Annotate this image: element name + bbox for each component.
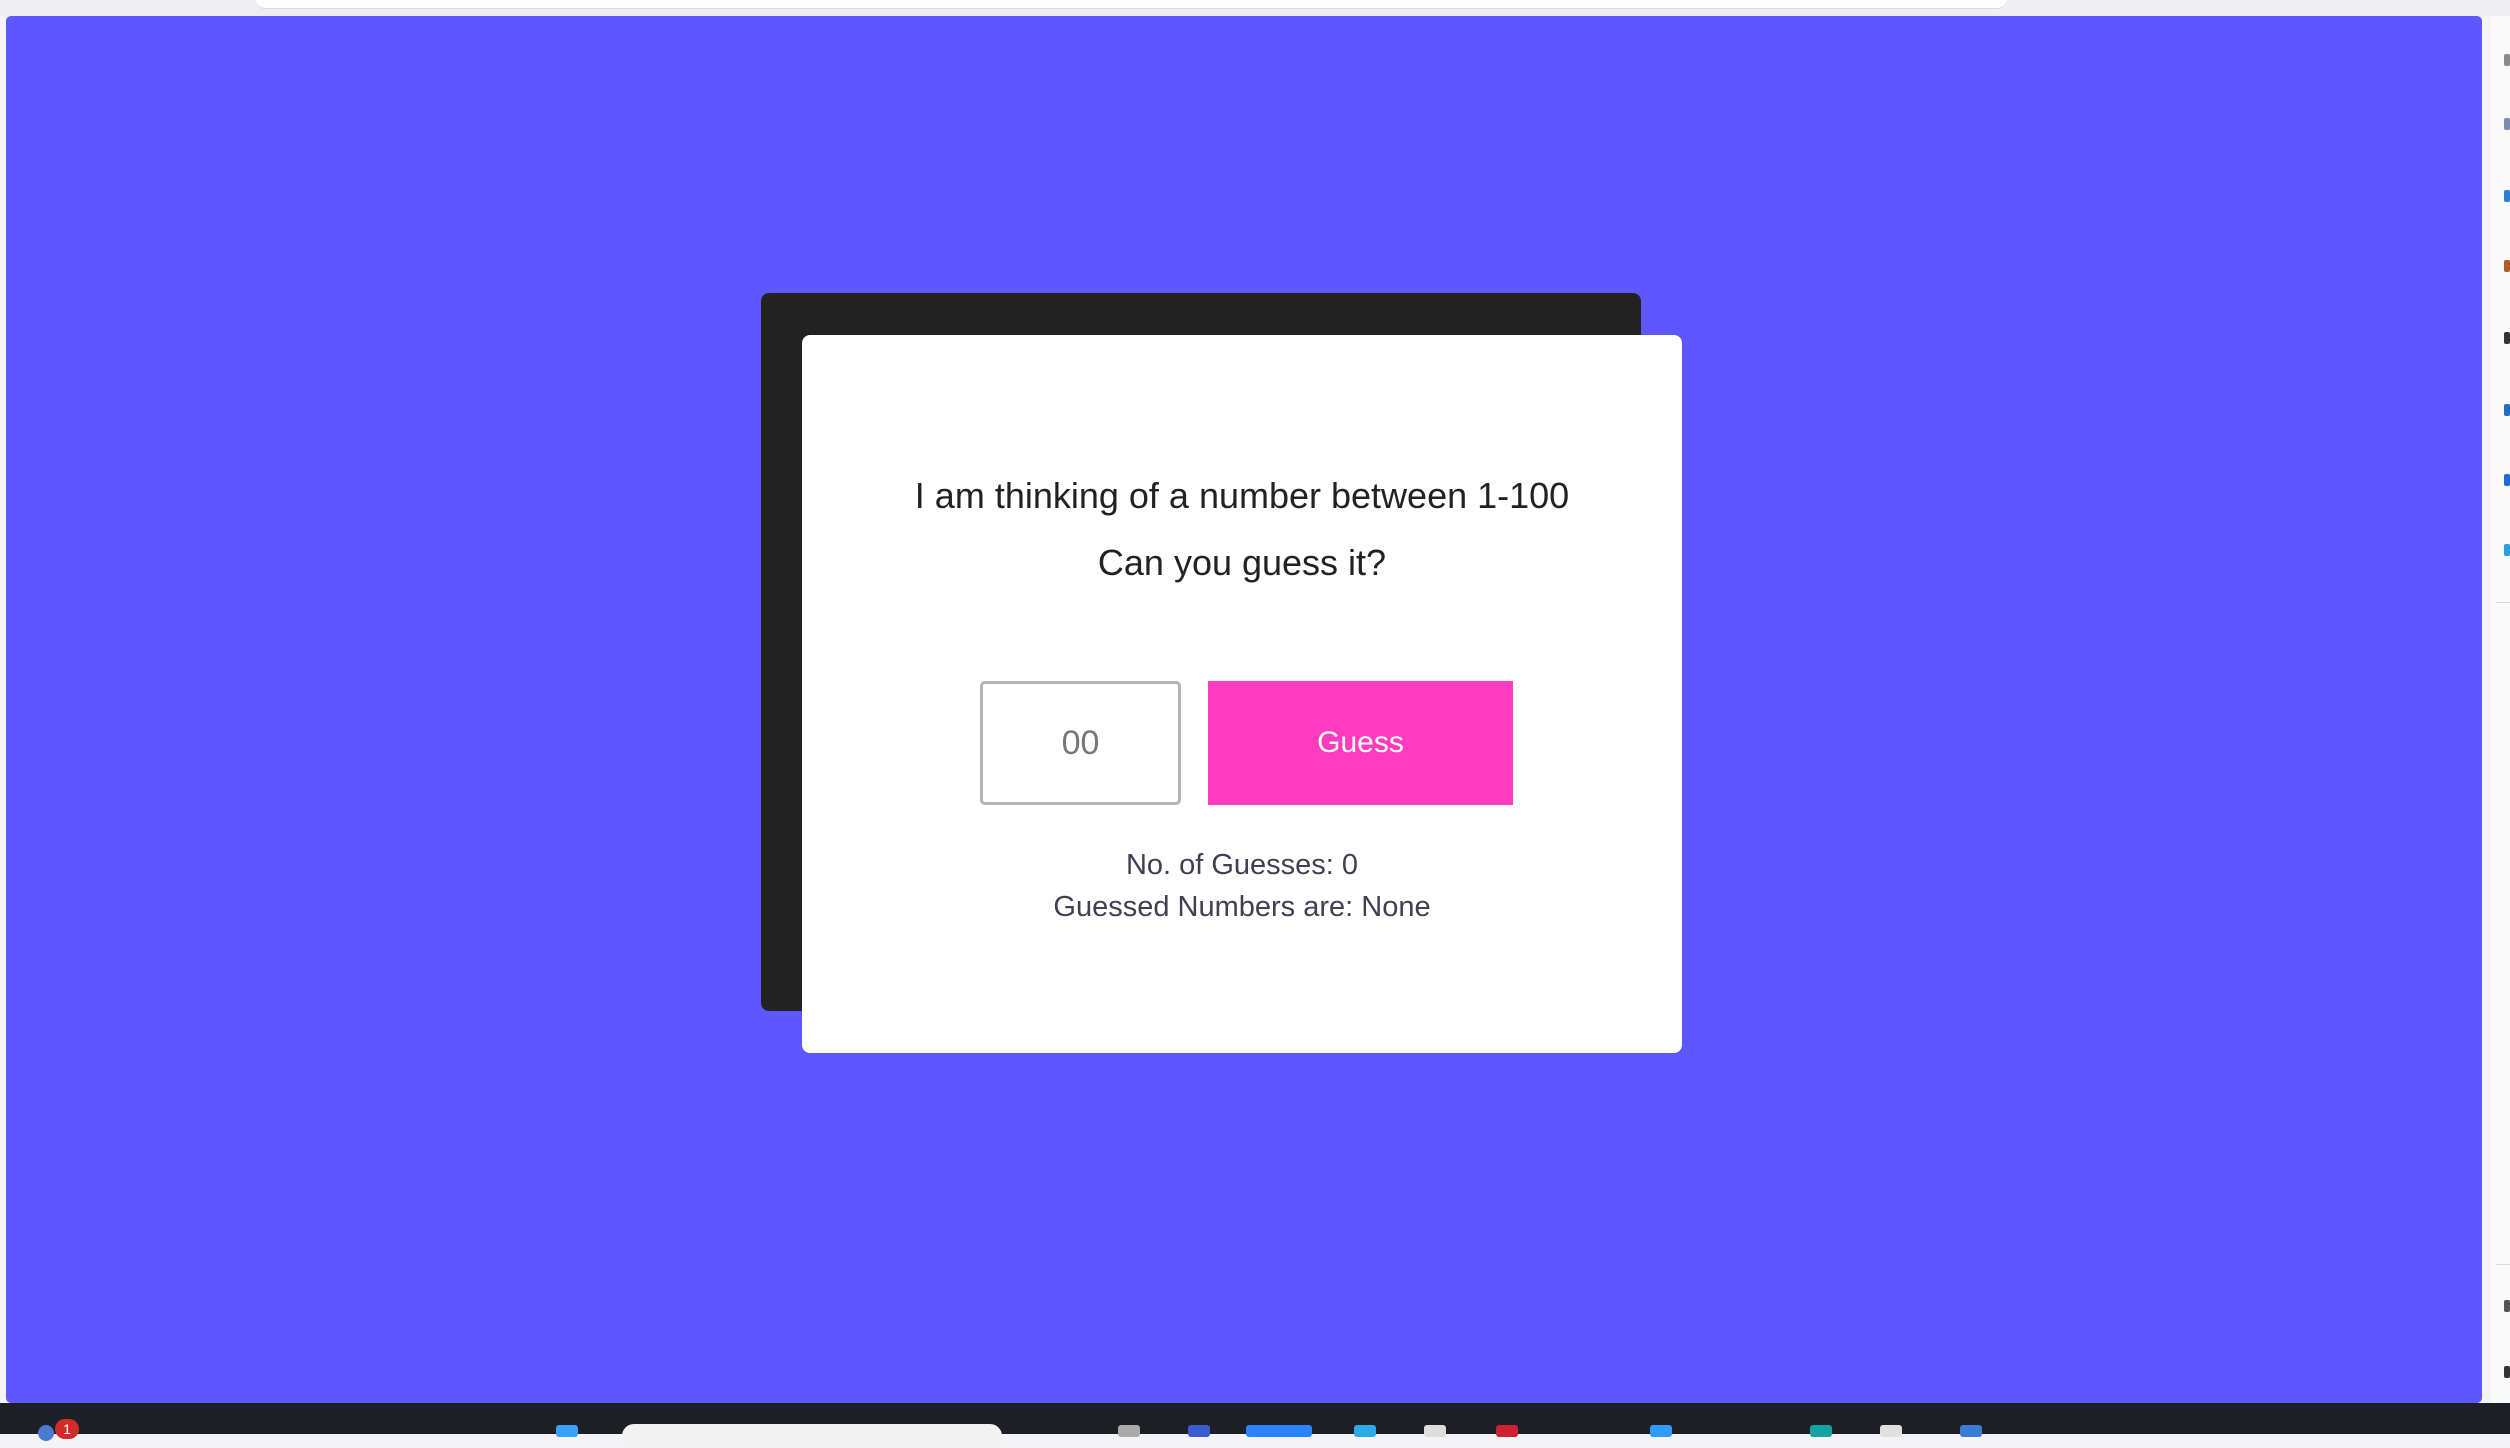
side-icon[interactable]: [2504, 404, 2510, 416]
side-icon[interactable]: [2504, 544, 2510, 556]
taskbar-app-icon[interactable]: [1354, 1425, 1376, 1437]
guess-button[interactable]: Guess: [1208, 681, 1513, 805]
side-divider: [2496, 602, 2510, 603]
side-icon[interactable]: [2504, 54, 2510, 66]
taskbar-app-icon[interactable]: [1880, 1425, 1902, 1437]
guessed-numbers: Guessed Numbers are: None: [1053, 891, 1431, 923]
taskbar-search-icon[interactable]: [622, 1424, 1002, 1448]
notification-badge[interactable]: 1: [55, 1419, 79, 1439]
side-icon[interactable]: [2504, 190, 2510, 202]
guess-row: Guess: [802, 681, 1682, 805]
taskbar: 1: [0, 1403, 2510, 1448]
taskbar-app-icon[interactable]: [1810, 1425, 1832, 1437]
taskbar-app-icon[interactable]: [1650, 1425, 1672, 1437]
game-card: I am thinking of a number between 1-100 …: [802, 335, 1682, 1053]
taskbar-app-icon[interactable]: [1960, 1425, 1982, 1437]
side-icon[interactable]: [2504, 1366, 2510, 1378]
guesses-count: No. of Guesses: 0: [1125, 849, 1359, 881]
side-divider: [2496, 1264, 2510, 1265]
weather-icon[interactable]: [38, 1425, 54, 1441]
taskbar-app-icon[interactable]: [1118, 1425, 1140, 1437]
browser-top-strip: [0, 0, 2510, 16]
guess-input[interactable]: [980, 681, 1181, 805]
side-icon[interactable]: [2504, 260, 2510, 272]
taskbar-app-icon[interactable]: [1188, 1425, 1210, 1437]
taskbar-app-icon[interactable]: [1246, 1425, 1312, 1437]
prompt-subtext: Can you guess it?: [1097, 542, 1387, 583]
start-icon[interactable]: [556, 1425, 578, 1437]
side-icon[interactable]: [2504, 118, 2510, 130]
side-icon[interactable]: [2504, 1300, 2510, 1312]
prompt-text: I am thinking of a number between 1-100: [914, 475, 1570, 516]
taskbar-app-icon[interactable]: [1424, 1425, 1446, 1437]
browser-side-panel: [2490, 16, 2510, 1403]
taskbar-app-icon[interactable]: [1496, 1425, 1518, 1437]
side-icon[interactable]: [2504, 474, 2510, 486]
side-icon[interactable]: [2504, 332, 2510, 344]
address-bar[interactable]: [256, 0, 2006, 9]
